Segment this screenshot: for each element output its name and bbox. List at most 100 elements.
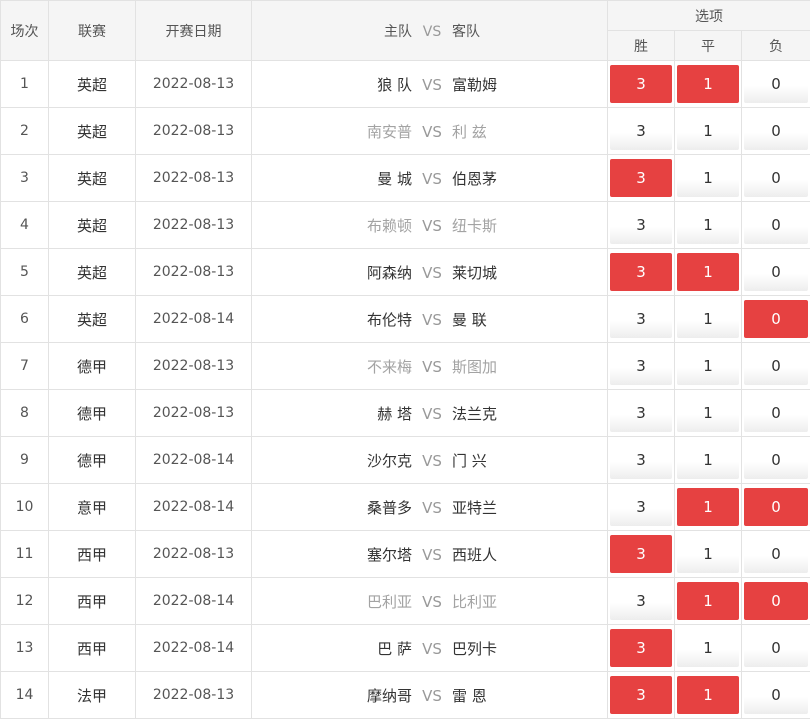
option-draw-button[interactable]: 1	[677, 629, 739, 667]
match-date: 2022-08-13	[136, 390, 252, 437]
option-win-button[interactable]: 3	[610, 253, 672, 291]
option-draw-button[interactable]: 1	[677, 253, 739, 291]
match-teams: 狼 队VS富勒姆	[252, 61, 608, 108]
match-date: 2022-08-14	[136, 625, 252, 672]
option-draw-cell: 1	[675, 108, 742, 155]
table-header: 场次 联赛 开赛日期 主队VS客队 选项 胜 平 负	[1, 1, 810, 61]
home-team: 不来梅	[252, 356, 412, 377]
option-win-button[interactable]: 3	[610, 394, 672, 432]
table-row: 13 西甲 2022-08-14 巴 萨VS巴列卡 3 1 0	[1, 625, 810, 672]
match-date: 2022-08-13	[136, 343, 252, 390]
away-team: 比利亚	[452, 591, 612, 612]
match-teams: 巴利亚VS比利亚	[252, 578, 608, 625]
match-number: 6	[1, 296, 49, 343]
table-row: 12 西甲 2022-08-14 巴利亚VS比利亚 3 1 0	[1, 578, 810, 625]
option-lose-button[interactable]: 0	[744, 206, 808, 244]
option-win-cell: 3	[608, 108, 675, 155]
option-draw-button[interactable]: 1	[677, 112, 739, 150]
away-team: 富勒姆	[452, 74, 612, 95]
home-team: 巴 萨	[252, 638, 412, 659]
option-draw-cell: 1	[675, 390, 742, 437]
option-draw-button[interactable]: 1	[677, 159, 739, 197]
option-lose-button[interactable]: 0	[744, 394, 808, 432]
header-opt-lose: 负	[742, 31, 810, 61]
option-draw-button[interactable]: 1	[677, 676, 739, 714]
match-teams: 不来梅VS斯图加	[252, 343, 608, 390]
option-win-button[interactable]: 3	[610, 441, 672, 479]
header-opt-win: 胜	[608, 31, 675, 61]
option-draw-cell: 1	[675, 155, 742, 202]
option-win-cell: 3	[608, 484, 675, 531]
home-team: 桑普多	[252, 497, 412, 518]
home-team: 阿森纳	[252, 262, 412, 283]
option-win-button[interactable]: 3	[610, 535, 672, 573]
vs-label: VS	[412, 170, 452, 188]
option-lose-button[interactable]: 0	[744, 347, 808, 385]
table-row: 4 英超 2022-08-13 布赖顿VS纽卡斯 3 1 0	[1, 202, 810, 249]
option-lose-button[interactable]: 0	[744, 582, 808, 620]
option-draw-button[interactable]: 1	[677, 300, 739, 338]
option-lose-cell: 0	[742, 672, 810, 719]
away-team: 法兰克	[452, 403, 612, 424]
match-number: 9	[1, 437, 49, 484]
option-draw-button[interactable]: 1	[677, 347, 739, 385]
option-lose-button[interactable]: 0	[744, 488, 808, 526]
table-row: 2 英超 2022-08-13 南安普VS利 兹 3 1 0	[1, 108, 810, 155]
option-lose-button[interactable]: 0	[744, 535, 808, 573]
table-row: 1 英超 2022-08-13 狼 队VS富勒姆 3 1 0	[1, 61, 810, 108]
away-team: 莱切城	[452, 262, 612, 283]
match-teams: 布伦特VS曼 联	[252, 296, 608, 343]
match-teams: 赫 塔VS法兰克	[252, 390, 608, 437]
option-draw-button[interactable]: 1	[677, 582, 739, 620]
option-lose-button[interactable]: 0	[744, 159, 808, 197]
match-number: 7	[1, 343, 49, 390]
option-draw-button[interactable]: 1	[677, 535, 739, 573]
option-draw-button[interactable]: 1	[677, 488, 739, 526]
option-win-button[interactable]: 3	[610, 582, 672, 620]
option-draw-cell: 1	[675, 202, 742, 249]
option-win-button[interactable]: 3	[610, 159, 672, 197]
option-win-button[interactable]: 3	[610, 676, 672, 714]
option-lose-cell: 0	[742, 390, 810, 437]
option-draw-cell: 1	[675, 484, 742, 531]
header-home: 主队	[252, 21, 412, 41]
match-teams: 巴 萨VS巴列卡	[252, 625, 608, 672]
option-lose-cell: 0	[742, 61, 810, 108]
option-lose-cell: 0	[742, 484, 810, 531]
option-draw-button[interactable]: 1	[677, 65, 739, 103]
option-lose-button[interactable]: 0	[744, 112, 808, 150]
option-win-button[interactable]: 3	[610, 65, 672, 103]
option-win-button[interactable]: 3	[610, 488, 672, 526]
vs-label: VS	[412, 76, 452, 94]
option-lose-button[interactable]: 0	[744, 629, 808, 667]
option-win-button[interactable]: 3	[610, 300, 672, 338]
option-lose-button[interactable]: 0	[744, 300, 808, 338]
option-win-button[interactable]: 3	[610, 629, 672, 667]
home-team: 沙尔克	[252, 450, 412, 471]
match-number: 11	[1, 531, 49, 578]
option-lose-button[interactable]: 0	[744, 253, 808, 291]
match-table: 场次 联赛 开赛日期 主队VS客队 选项 胜 平 负 1 英超 2022-08-…	[0, 0, 810, 719]
option-lose-button[interactable]: 0	[744, 676, 808, 714]
away-team: 曼 联	[452, 309, 612, 330]
option-draw-button[interactable]: 1	[677, 206, 739, 244]
option-win-cell: 3	[608, 296, 675, 343]
option-draw-button[interactable]: 1	[677, 394, 739, 432]
match-teams: 布赖顿VS纽卡斯	[252, 202, 608, 249]
option-draw-button[interactable]: 1	[677, 441, 739, 479]
match-date: 2022-08-13	[136, 249, 252, 296]
league-name: 意甲	[49, 484, 136, 531]
option-win-button[interactable]: 3	[610, 206, 672, 244]
match-date: 2022-08-13	[136, 672, 252, 719]
option-lose-button[interactable]: 0	[744, 441, 808, 479]
option-win-button[interactable]: 3	[610, 112, 672, 150]
option-lose-button[interactable]: 0	[744, 65, 808, 103]
table-row: 9 德甲 2022-08-14 沙尔克VS门 兴 3 1 0	[1, 437, 810, 484]
vs-label: VS	[412, 640, 452, 658]
option-win-button[interactable]: 3	[610, 347, 672, 385]
option-draw-cell: 1	[675, 249, 742, 296]
away-team: 雷 恩	[452, 685, 612, 706]
table-row: 14 法甲 2022-08-13 摩纳哥VS雷 恩 3 1 0	[1, 672, 810, 719]
home-team: 南安普	[252, 121, 412, 142]
option-lose-cell: 0	[742, 155, 810, 202]
